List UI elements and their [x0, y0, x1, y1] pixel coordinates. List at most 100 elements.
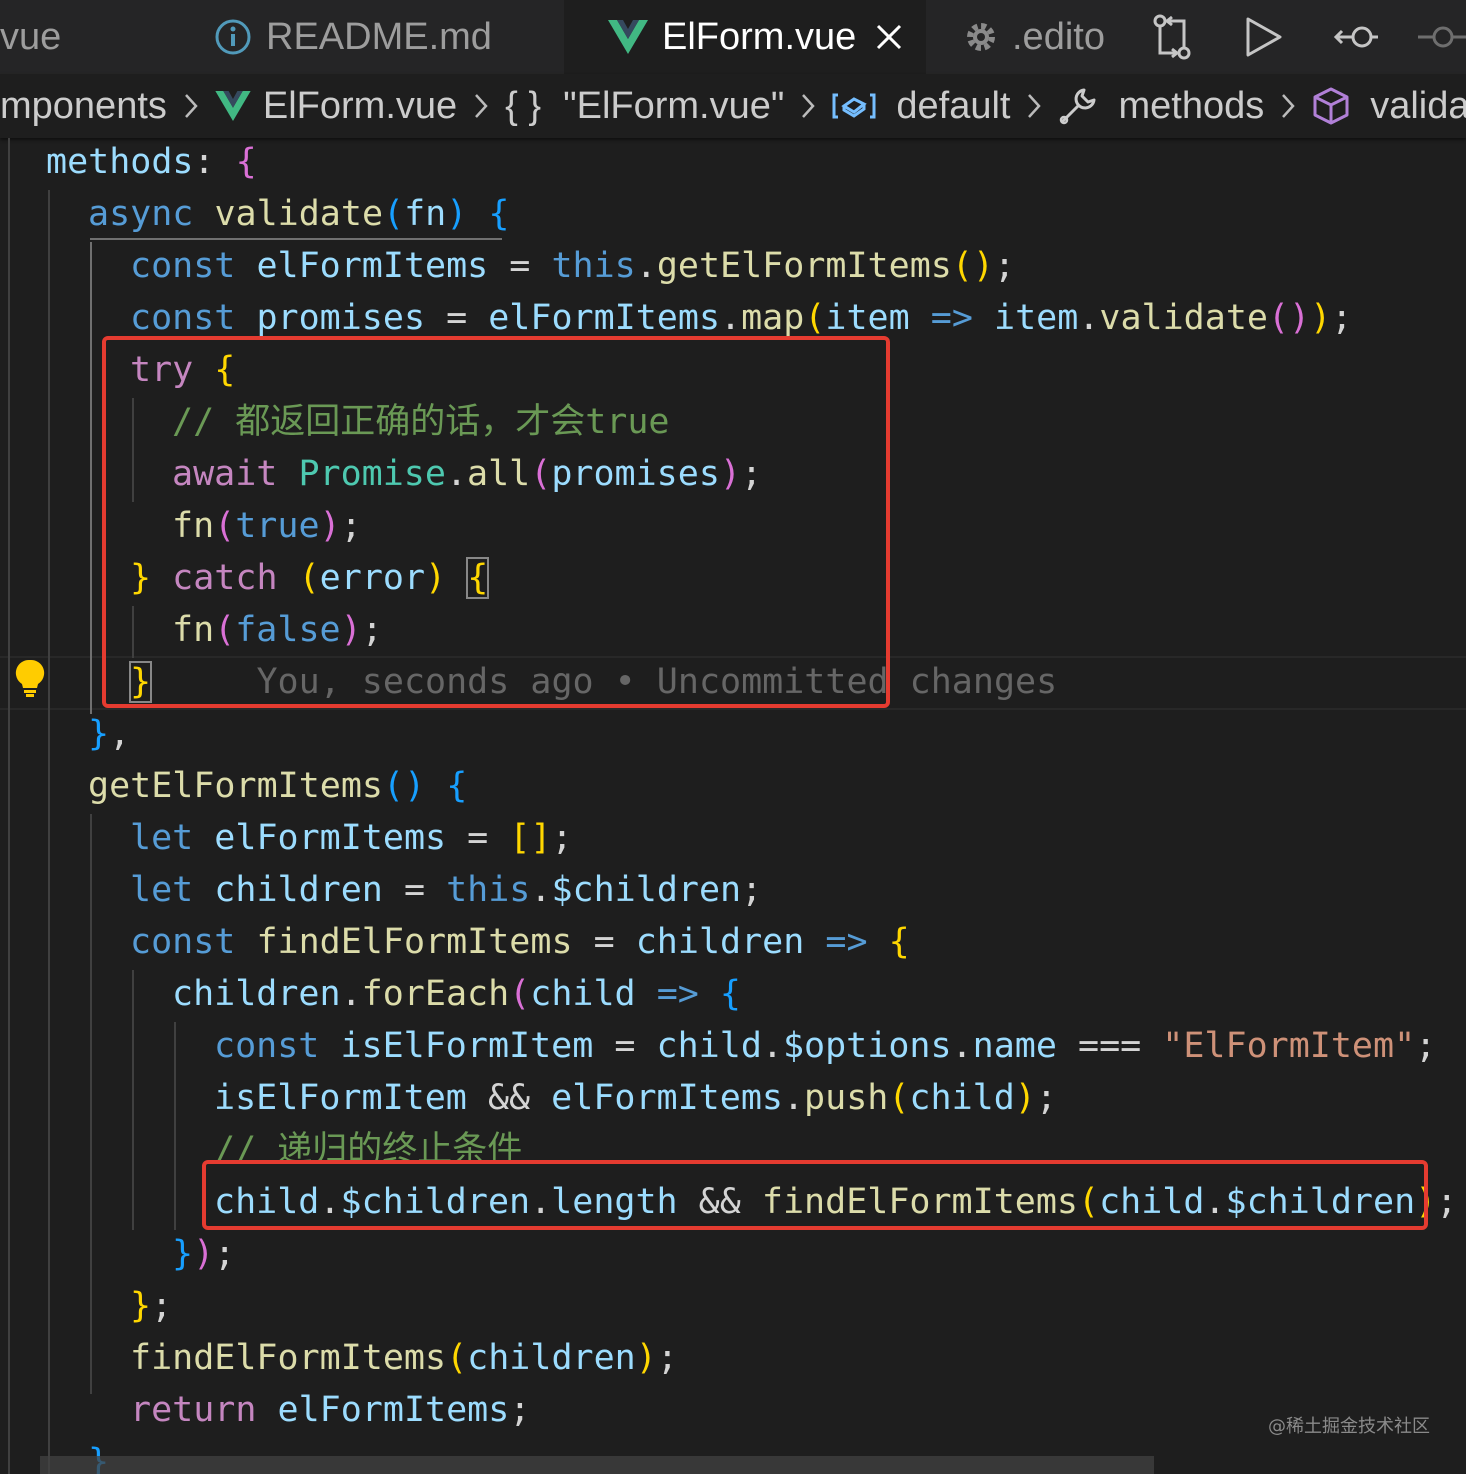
code-token: name [972, 1026, 1057, 1066]
tab-editorconfig[interactable]: .edito [928, 0, 1110, 74]
indent-guide [90, 814, 92, 1394]
code-token: = [572, 922, 636, 962]
code-token: . [340, 974, 362, 1014]
code-line[interactable]: isElFormItem && elFormItems.push(child); [214, 1072, 1057, 1124]
code-editor[interactable]: methods: {async validate(fn) {const elFo… [0, 138, 1466, 1474]
code-token: , [109, 714, 131, 754]
breadcrumb-item-validate[interactable]: valida [1312, 85, 1466, 128]
code-line[interactable]: let children = this.$children; [130, 864, 762, 916]
code-token: () [383, 766, 426, 806]
code-token: = [446, 818, 510, 858]
indent-guide [48, 190, 50, 1474]
code-token: ( [383, 194, 405, 234]
code-token: children [214, 870, 383, 910]
code-token: getElFormItems [656, 246, 952, 286]
code-token: . [720, 298, 742, 338]
tab-readme[interactable]: README.md [176, 0, 562, 74]
close-icon[interactable] [874, 22, 904, 52]
chevron-right-icon [473, 92, 489, 120]
code-line[interactable]: methods: { [46, 138, 257, 188]
code-line[interactable]: children.forEach(child => { [172, 968, 741, 1020]
horizontal-scrollbar[interactable] [40, 1456, 1154, 1474]
code-token: child [909, 1078, 1015, 1118]
code-line[interactable]: getElFormItems() { [88, 760, 467, 812]
breadcrumb: mponents ElForm.vue { } "ElForm.vue" def… [0, 74, 1466, 138]
code-line[interactable]: async validate(fn) { [88, 188, 509, 240]
code-token: . [530, 870, 552, 910]
compare-changes-icon[interactable] [1126, 0, 1218, 74]
code-token: $options [782, 1026, 952, 1066]
highlight-box-try-catch [102, 336, 890, 708]
breadcrumb-item-module[interactable]: { } "ElForm.vue" [505, 85, 784, 128]
go-back-icon[interactable] [1310, 0, 1402, 74]
code-token: findElFormItems [256, 922, 573, 962]
code-token: validate [214, 194, 384, 234]
breadcrumb-item-components[interactable]: mponents [0, 85, 167, 128]
code-token: elFormItems [256, 246, 489, 286]
code-token: elFormItems [277, 1390, 510, 1430]
code-token: ; [1415, 1026, 1437, 1066]
vue-icon [215, 91, 251, 121]
chevron-right-icon [1026, 92, 1042, 120]
code-token: () [1267, 298, 1311, 338]
code-line[interactable]: return elFormItems; [130, 1384, 530, 1436]
code-token: () [951, 246, 994, 286]
code-token: { [719, 974, 741, 1014]
code-token: { [488, 194, 510, 234]
code-line[interactable]: findElFormItems(children); [130, 1332, 678, 1384]
lightbulb-icon[interactable] [14, 658, 46, 707]
code-token: getElFormItems [88, 766, 384, 806]
code-line[interactable]: const findElFormItems = children => { [130, 916, 910, 968]
code-token: ; [1035, 1078, 1057, 1118]
tab-vue[interactable]: vue [0, 0, 174, 74]
code-token: . [1078, 298, 1100, 338]
code-token: => [930, 298, 973, 338]
code-token: ) [635, 1338, 657, 1378]
code-token: ) [193, 1234, 215, 1274]
code-token: ( [446, 1338, 468, 1378]
go-forward-icon[interactable] [1402, 0, 1466, 74]
code-token: . [951, 1026, 973, 1066]
run-icon[interactable] [1218, 0, 1310, 74]
code-token: ; [656, 1338, 678, 1378]
code-line[interactable]: const isElFormItem = child.$options.name… [214, 1020, 1436, 1072]
chevron-right-icon [800, 92, 816, 120]
code-line[interactable]: const elFormItems = this.getElFormItems(… [130, 240, 1015, 292]
code-line[interactable]: let elFormItems = []; [130, 812, 573, 864]
code-token: . [761, 1026, 783, 1066]
code-token: methods [46, 142, 194, 182]
code-line[interactable]: }); [172, 1228, 235, 1280]
code-token: elFormItems [214, 818, 447, 858]
code-token: { [888, 922, 910, 962]
code-token: child [656, 1026, 762, 1066]
code-token: children [467, 1338, 636, 1378]
editor-actions [1126, 0, 1466, 74]
code-line[interactable]: }, [88, 708, 130, 760]
tab-elform-vue[interactable]: ElForm.vue [564, 0, 926, 74]
code-token: isElFormItem [340, 1026, 594, 1066]
code-token: { [235, 142, 257, 182]
breadcrumb-item-file[interactable]: ElForm.vue [215, 85, 457, 128]
code-token: push [804, 1078, 889, 1118]
code-token: && [466, 1078, 552, 1118]
code-token: ; [551, 818, 573, 858]
code-token: ( [804, 298, 826, 338]
code-token: $children [551, 870, 742, 910]
chevron-right-icon [183, 92, 199, 120]
breadcrumb-item-default[interactable]: default [832, 85, 1010, 128]
breadcrumb-item-methods[interactable]: methods [1058, 85, 1264, 128]
code-line[interactable]: }; [130, 1280, 172, 1332]
variable-icon [832, 91, 876, 121]
code-token: ( [888, 1078, 910, 1118]
tab-label: vue [0, 15, 62, 58]
highlight-box-recursion [202, 1160, 1428, 1230]
wrench-icon [1058, 86, 1098, 126]
code-token: = [593, 1026, 657, 1066]
gear-icon [964, 20, 998, 54]
code-token: => [825, 922, 868, 962]
code-token: elFormItems [551, 1078, 783, 1118]
